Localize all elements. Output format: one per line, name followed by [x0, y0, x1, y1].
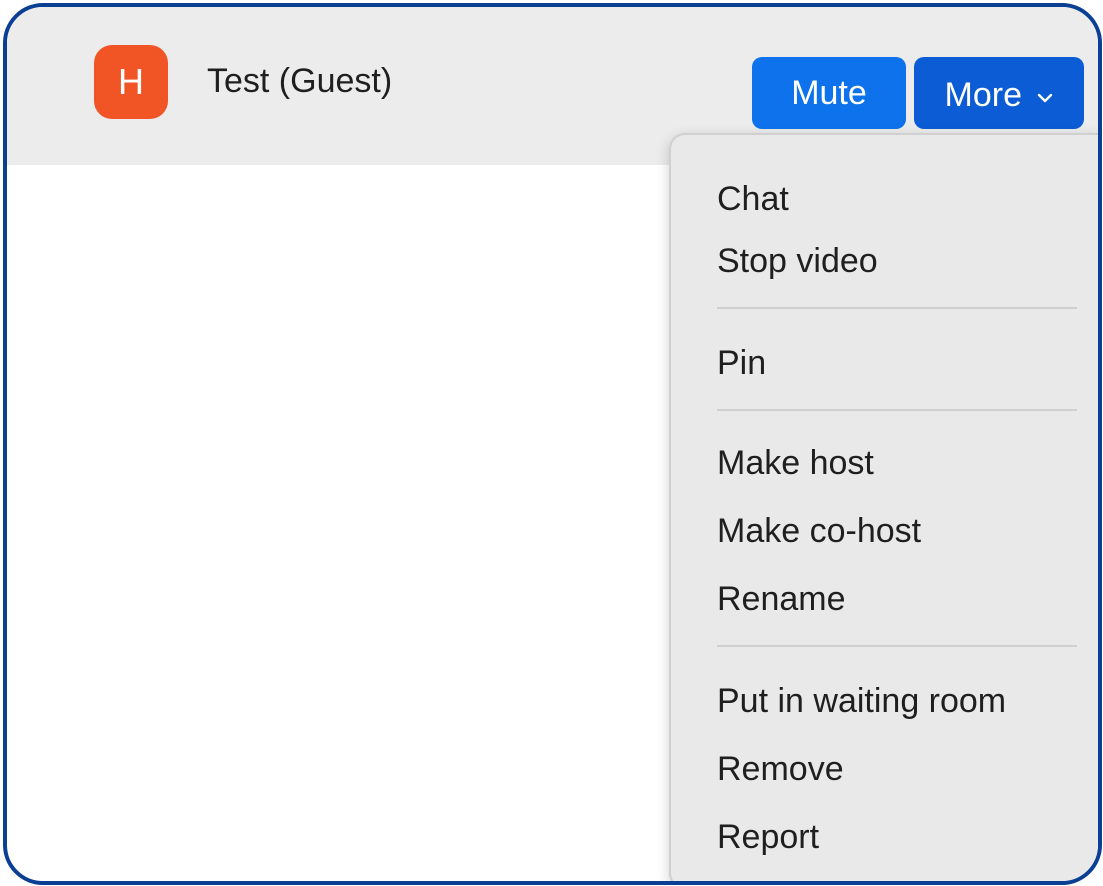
- menu-divider: [717, 409, 1077, 411]
- avatar: H: [94, 45, 168, 119]
- menu-item-chat[interactable]: Chat: [717, 177, 789, 221]
- menu-item-make-host[interactable]: Make host: [717, 441, 874, 485]
- avatar-initial: H: [118, 61, 144, 102]
- menu-item-pin[interactable]: Pin: [717, 341, 766, 385]
- more-button[interactable]: More: [914, 57, 1084, 129]
- menu-item-stop-video[interactable]: Stop video: [717, 239, 878, 283]
- participant-name: Test (Guest): [207, 62, 393, 100]
- menu-item-put-in-waiting-room[interactable]: Put in waiting room: [717, 679, 1006, 723]
- participant-panel: H Test (Guest) Mute More Chat Stop video…: [3, 3, 1102, 885]
- more-menu: Chat Stop video Pin Make host Make co-ho…: [669, 133, 1098, 881]
- menu-item-rename[interactable]: Rename: [717, 577, 846, 621]
- mute-button-label: Mute: [791, 74, 867, 112]
- chevron-down-icon: [1037, 57, 1053, 129]
- mute-button[interactable]: Mute: [752, 57, 906, 129]
- menu-item-remove[interactable]: Remove: [717, 747, 844, 791]
- menu-item-make-co-host[interactable]: Make co-host: [717, 509, 921, 553]
- menu-divider: [717, 645, 1077, 647]
- menu-divider: [717, 307, 1077, 309]
- menu-item-report[interactable]: Report: [717, 815, 819, 859]
- more-button-label: More: [944, 76, 1022, 115]
